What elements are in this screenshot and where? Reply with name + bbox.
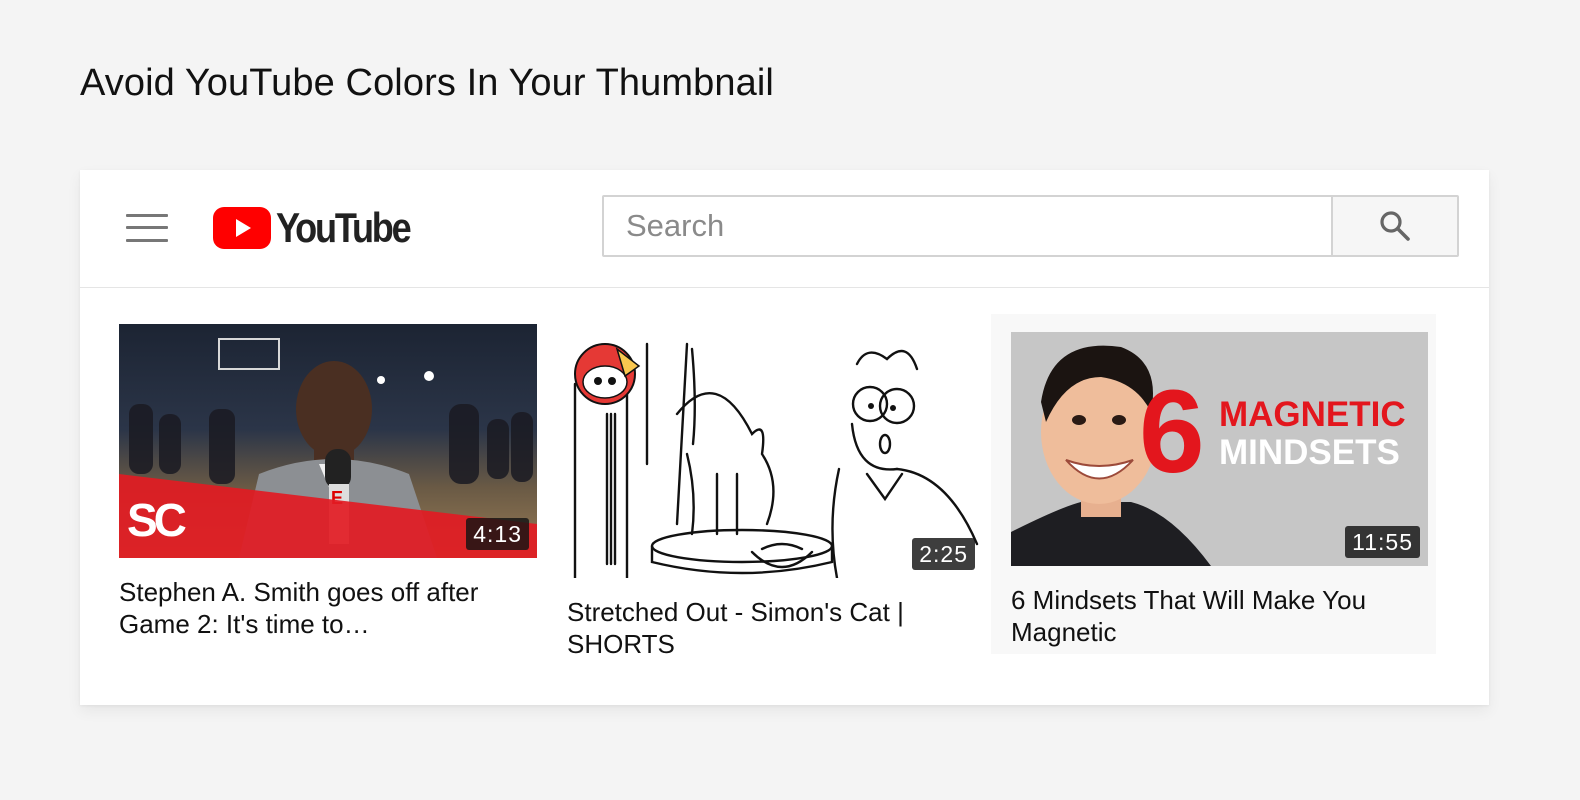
video-title[interactable]: Stretched Out - Simon's Cat | SHORTS	[567, 596, 957, 660]
video-thumbnail[interactable]: 6 MAGNETIC MINDSETS 11:55	[1011, 332, 1428, 566]
search-bar	[602, 195, 1459, 257]
svg-text:SC: SC	[127, 494, 186, 546]
svg-text:MAGNETIC: MAGNETIC	[1219, 395, 1406, 434]
search-icon	[1380, 211, 1410, 241]
search-input[interactable]	[604, 197, 1331, 255]
page-heading: Avoid YouTube Colors In Your Thumbnail	[80, 62, 774, 104]
video-duration: 2:25	[912, 538, 975, 570]
video-card-1[interactable]: E SC 4:13 Stephen A. Smith goes off afte…	[119, 324, 537, 644]
youtube-header: YouTube	[80, 170, 1489, 288]
search-button[interactable]	[1331, 197, 1457, 255]
hamburger-icon[interactable]	[126, 212, 168, 244]
youtube-mockup-card: YouTube Search E SC 4:13 Stephen A. Smit…	[80, 170, 1489, 705]
youtube-logo-text: YouTube	[276, 204, 412, 251]
video-title[interactable]: Stephen A. Smith goes off after Game 2: …	[119, 576, 479, 640]
svg-text:6: 6	[1139, 366, 1205, 498]
video-thumbnail[interactable]: E SC 4:13	[119, 324, 537, 558]
video-thumbnail[interactable]: 2:25	[567, 324, 985, 578]
video-duration: 4:13	[466, 518, 529, 550]
video-title[interactable]: 6 Mindsets That Will Make You Magnetic	[1011, 584, 1371, 648]
youtube-logo[interactable]: YouTube	[213, 204, 431, 251]
youtube-play-icon	[213, 207, 271, 249]
video-card-2[interactable]: 2:25 Stretched Out - Simon's Cat | SHORT…	[567, 324, 985, 664]
video-card-3[interactable]: 6 MAGNETIC MINDSETS 11:55 6 Mindsets Tha…	[991, 314, 1436, 654]
page: Avoid YouTube Colors In Your Thumbnail Y…	[0, 0, 1580, 800]
svg-text:MINDSETS: MINDSETS	[1219, 433, 1400, 472]
video-duration: 11:55	[1345, 526, 1420, 558]
